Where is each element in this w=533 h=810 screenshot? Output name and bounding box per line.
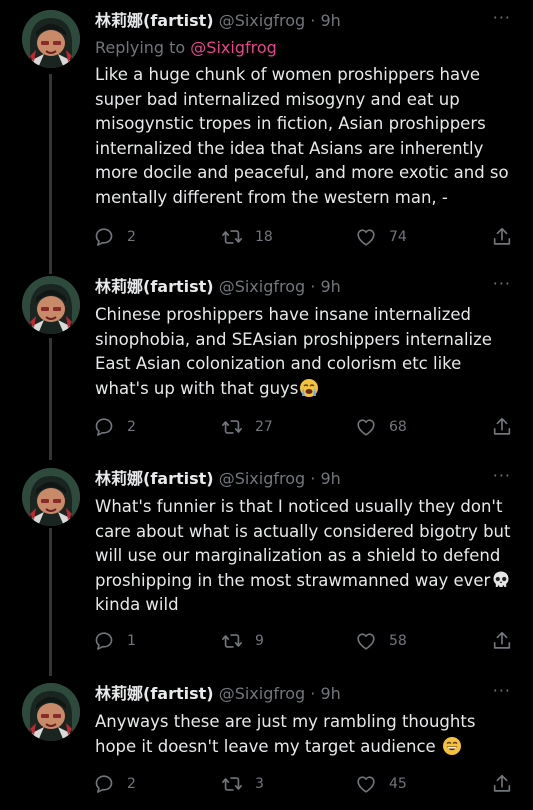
avatar[interactable] (22, 10, 80, 68)
heart-icon (357, 229, 375, 246)
tweet-text: Like a huge chunk of women proshippers h… (95, 65, 509, 207)
reply-count: 2 (127, 229, 136, 245)
reply-button[interactable]: 2 (93, 416, 136, 438)
reply-icon (95, 228, 113, 246)
skull-icon (493, 571, 509, 587)
retweet-icon (222, 634, 242, 648)
tweet[interactable]: 林莉娜(fartist) @Sixigfrog · 9h ··· What's … (0, 458, 533, 676)
retweet-count: 18 (255, 229, 273, 245)
handle[interactable]: @Sixigfrog (219, 469, 305, 488)
timestamp[interactable]: 9h (320, 469, 340, 488)
tweet-text: What's funnier is that I noticed usually… (95, 495, 515, 618)
display-name[interactable]: 林莉娜(fartist) (95, 469, 214, 488)
separator: · (310, 11, 316, 30)
separator: · (310, 277, 316, 296)
display-name[interactable]: 林莉娜(fartist) (95, 277, 214, 296)
tweet-actions: 2 18 74 (93, 226, 518, 250)
share-button[interactable] (491, 630, 513, 652)
timestamp[interactable]: 9h (320, 11, 340, 30)
loudly-crying-face-icon (300, 378, 319, 397)
tweet-header: 林莉娜(fartist) @Sixigfrog · 9h (95, 683, 513, 707)
like-count: 74 (389, 229, 407, 245)
heart-icon (357, 419, 375, 436)
replying-label: Replying to (95, 38, 191, 57)
tweet-actions: 1 9 58 (93, 630, 518, 654)
like-button[interactable]: 45 (355, 773, 407, 795)
replying-to: Replying to @Sixigfrog (95, 37, 277, 59)
tweet-text-content: What's funnier is that I noticed usually… (95, 497, 511, 590)
retweet-button[interactable]: 27 (221, 416, 273, 438)
retweet-icon (222, 420, 242, 434)
heart-icon (357, 633, 375, 650)
tweet-header: 林莉娜(fartist) @Sixigfrog · 9h (95, 276, 513, 300)
handle[interactable]: @Sixigfrog (219, 277, 305, 296)
tweet[interactable]: 林莉娜(fartist) @Sixigfrog · 9h ··· Chinese… (0, 266, 533, 460)
more-options-icon[interactable]: ··· (493, 468, 511, 484)
reply-icon (95, 418, 113, 436)
mention-link[interactable]: @Sixigfrog (190, 38, 276, 57)
tweet-text: Chinese proshippers have insane internal… (95, 303, 515, 401)
tweet-text-continued: kinda wild (95, 595, 179, 614)
reply-count: 1 (127, 633, 136, 649)
tweet-actions: 2 3 45 (93, 773, 518, 797)
retweet-count: 3 (255, 776, 264, 792)
more-options-icon[interactable]: ··· (493, 276, 511, 292)
avatar[interactable] (22, 683, 80, 741)
retweet-count: 27 (255, 419, 273, 435)
grinning-face-icon (442, 736, 461, 755)
more-options-icon[interactable]: ··· (493, 683, 511, 699)
retweet-button[interactable]: 18 (221, 226, 273, 248)
display-name[interactable]: 林莉娜(fartist) (95, 684, 214, 703)
tweet-text-content: Chinese proshippers have insane internal… (95, 305, 492, 398)
display-name[interactable]: 林莉娜(fartist) (95, 11, 214, 30)
share-icon (493, 227, 511, 245)
tweet-header: 林莉娜(fartist) @Sixigfrog · 9h (95, 468, 513, 492)
reply-count: 2 (127, 776, 136, 792)
share-icon (493, 417, 511, 435)
reply-icon (95, 775, 113, 793)
avatar[interactable] (22, 468, 80, 526)
reply-button[interactable]: 2 (93, 226, 136, 248)
avatar[interactable] (22, 276, 80, 334)
handle[interactable]: @Sixigfrog (219, 684, 305, 703)
retweet-button[interactable]: 9 (221, 630, 264, 652)
reply-button[interactable]: 1 (93, 630, 136, 652)
reply-count: 2 (127, 419, 136, 435)
like-button[interactable]: 68 (355, 416, 407, 438)
retweet-icon (222, 230, 242, 244)
share-button[interactable] (491, 416, 513, 438)
tweet-header: 林莉娜(fartist) @Sixigfrog · 9h (95, 10, 513, 34)
retweet-icon (222, 777, 242, 791)
separator: · (310, 684, 316, 703)
more-options-icon[interactable]: ··· (493, 10, 511, 26)
share-button[interactable] (491, 773, 513, 795)
separator: · (310, 469, 316, 488)
tweet[interactable]: 林莉娜(fartist) @Sixigfrog · 9h ··· Replyin… (0, 0, 533, 262)
like-button[interactable]: 58 (355, 630, 407, 652)
share-button[interactable] (491, 226, 513, 248)
handle[interactable]: @Sixigfrog (219, 11, 305, 30)
reply-button[interactable]: 2 (93, 773, 136, 795)
heart-icon (357, 776, 375, 793)
tweet[interactable]: 林莉娜(fartist) @Sixigfrog · 9h ··· Anyways… (0, 673, 533, 810)
share-icon (493, 631, 511, 649)
like-count: 58 (389, 633, 407, 649)
tweet-actions: 2 27 68 (93, 416, 518, 440)
share-icon (493, 774, 511, 792)
timestamp[interactable]: 9h (320, 684, 340, 703)
like-button[interactable]: 74 (355, 226, 407, 248)
retweet-count: 9 (255, 633, 264, 649)
reply-icon (95, 632, 113, 650)
like-count: 45 (389, 776, 407, 792)
tweet-text: Anyways these are just my rambling thoug… (95, 710, 515, 759)
tweet-text-content: Anyways these are just my rambling thoug… (95, 712, 476, 756)
like-count: 68 (389, 419, 407, 435)
retweet-button[interactable]: 3 (221, 773, 264, 795)
timestamp[interactable]: 9h (320, 277, 340, 296)
